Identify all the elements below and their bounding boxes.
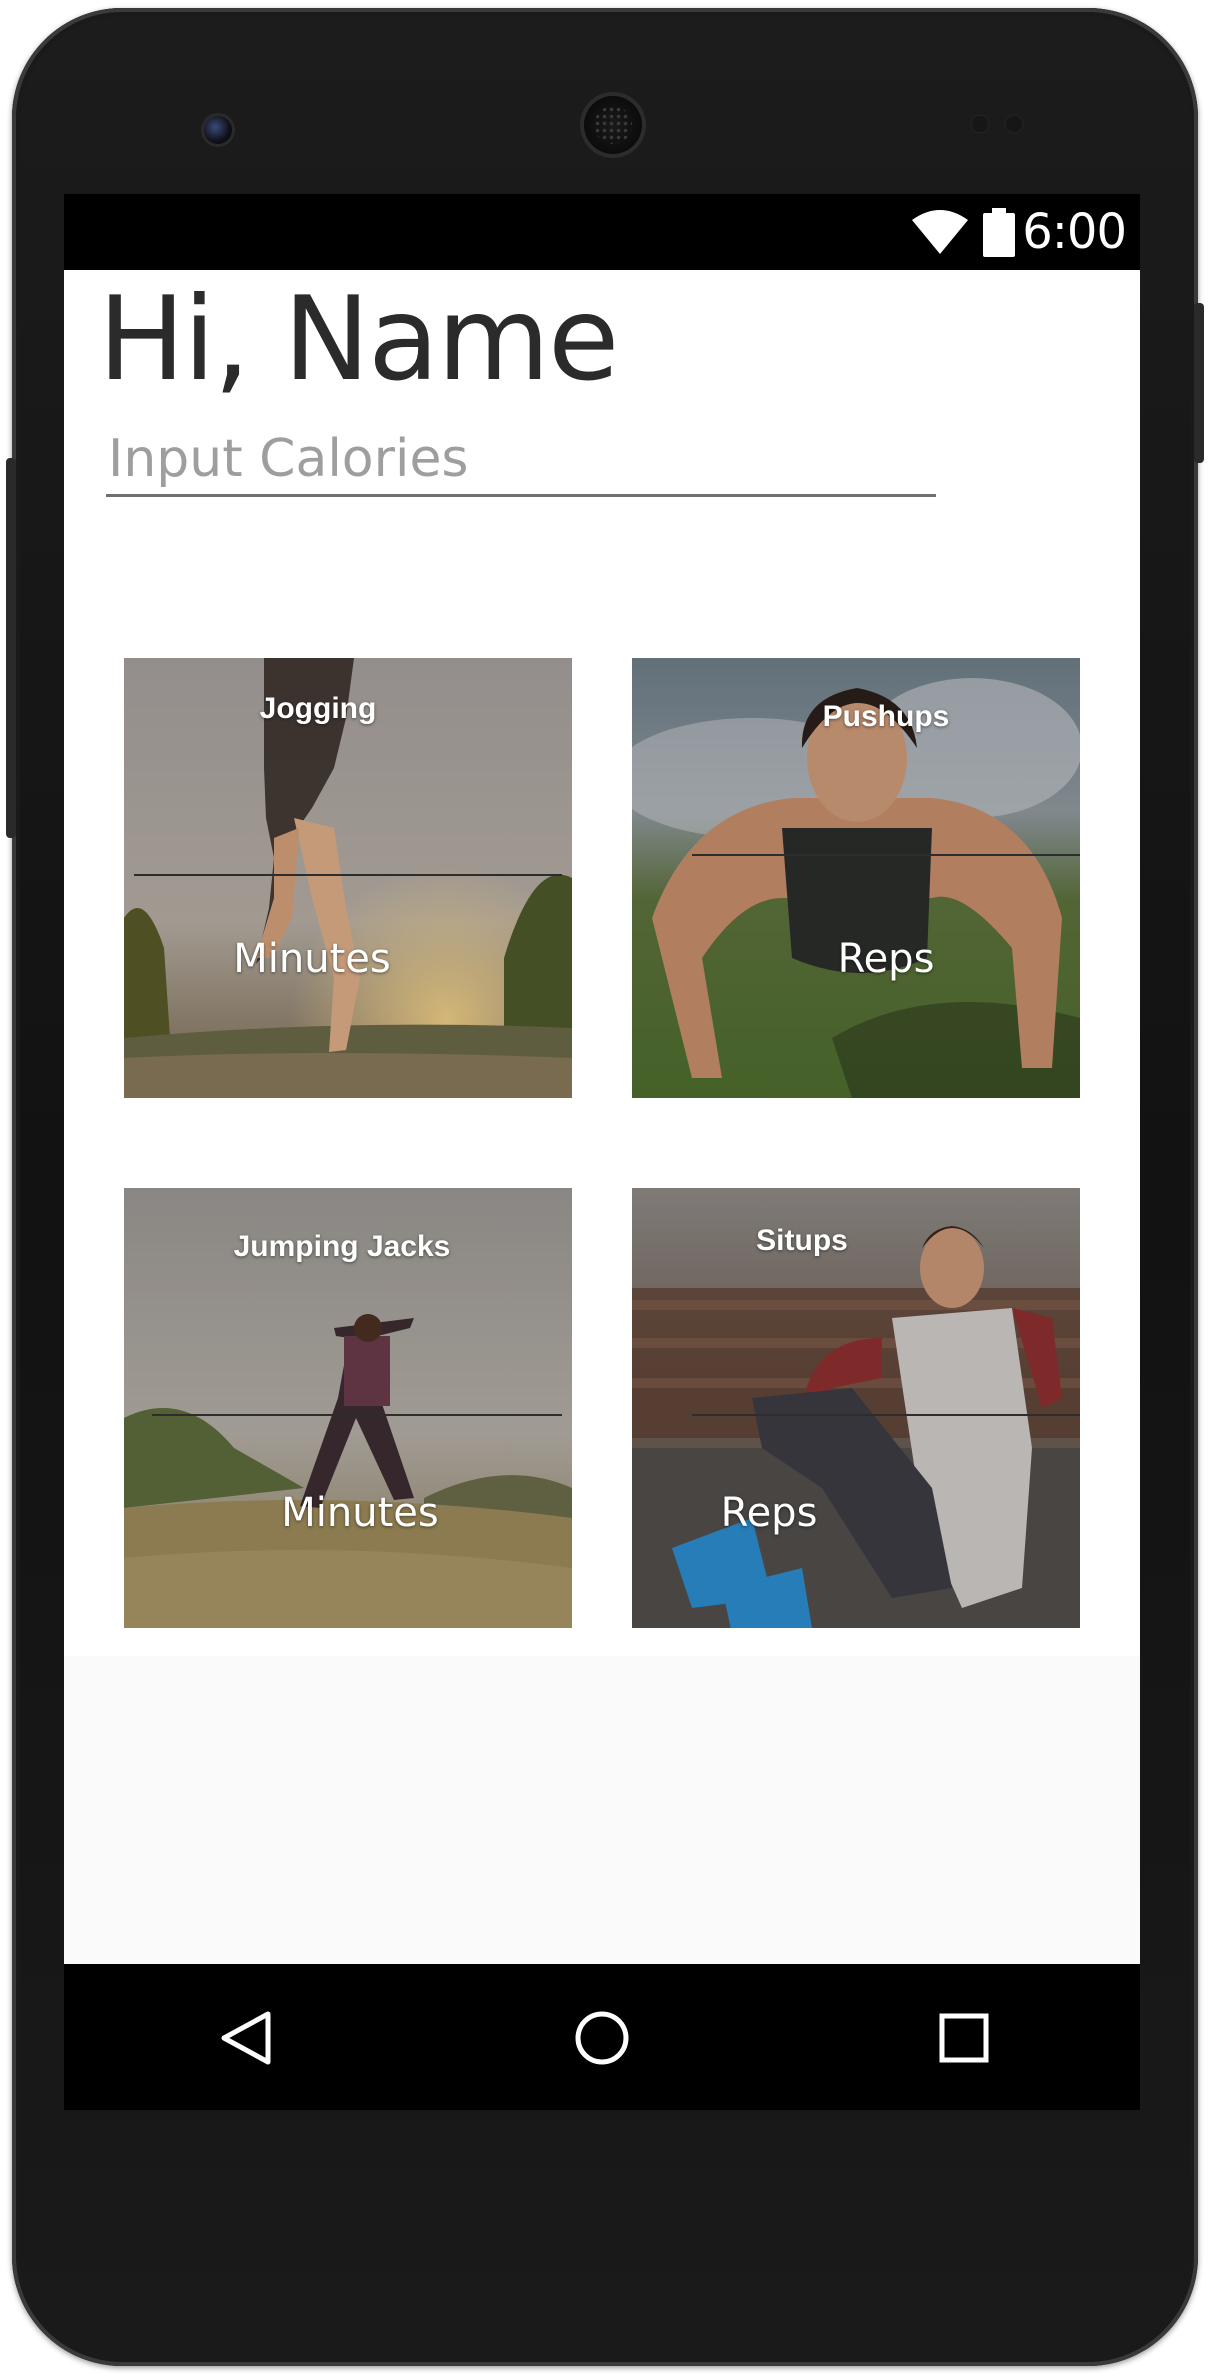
home-icon[interactable] (572, 2008, 632, 2068)
recents-icon[interactable] (934, 2008, 994, 2068)
exercise-title: Jumping Jacks (233, 1230, 451, 1263)
navigation-bar (64, 1964, 1140, 2110)
card-divider (134, 874, 562, 876)
screen: 6:00 Hi, Name Input Calories Jogging Min… (64, 194, 1140, 2110)
status-bar: 6:00 (64, 194, 1140, 270)
proximity-sensor (972, 116, 988, 132)
volume-button (1194, 303, 1204, 463)
exercise-card-jogging[interactable]: Jogging Minutes (124, 658, 572, 1098)
wifi-icon (912, 210, 968, 254)
light-sensor (1006, 116, 1022, 132)
card-divider (692, 1414, 1080, 1416)
exercise-unit: Minutes (233, 936, 391, 982)
battery-icon (983, 208, 1015, 257)
earpiece-speaker (584, 96, 642, 154)
exercise-title: Jogging (259, 692, 377, 725)
exercise-title: Situps (756, 1224, 848, 1257)
exercise-unit: Reps (720, 1490, 818, 1536)
calories-input[interactable] (106, 428, 936, 497)
exercise-unit: Reps (837, 936, 935, 982)
main-content: Hi, Name Input Calories Jogging Minutes … (64, 270, 1140, 1656)
exercise-unit: Minutes (281, 1490, 439, 1536)
card-divider (152, 1414, 562, 1416)
exercise-title: Pushups (822, 700, 950, 733)
back-icon[interactable] (216, 2008, 276, 2068)
exercise-card-pushups[interactable]: Pushups Reps (632, 658, 1080, 1098)
exercise-card-situps[interactable]: Situps Reps (632, 1188, 1080, 1628)
power-button (6, 458, 16, 838)
exercise-card-jumping-jacks[interactable]: Jumping Jacks Minutes (124, 1188, 572, 1628)
page-title: Hi, Name (98, 272, 619, 407)
status-time: 6:00 (1022, 204, 1127, 260)
card-divider (692, 854, 1080, 856)
front-camera (204, 116, 232, 144)
